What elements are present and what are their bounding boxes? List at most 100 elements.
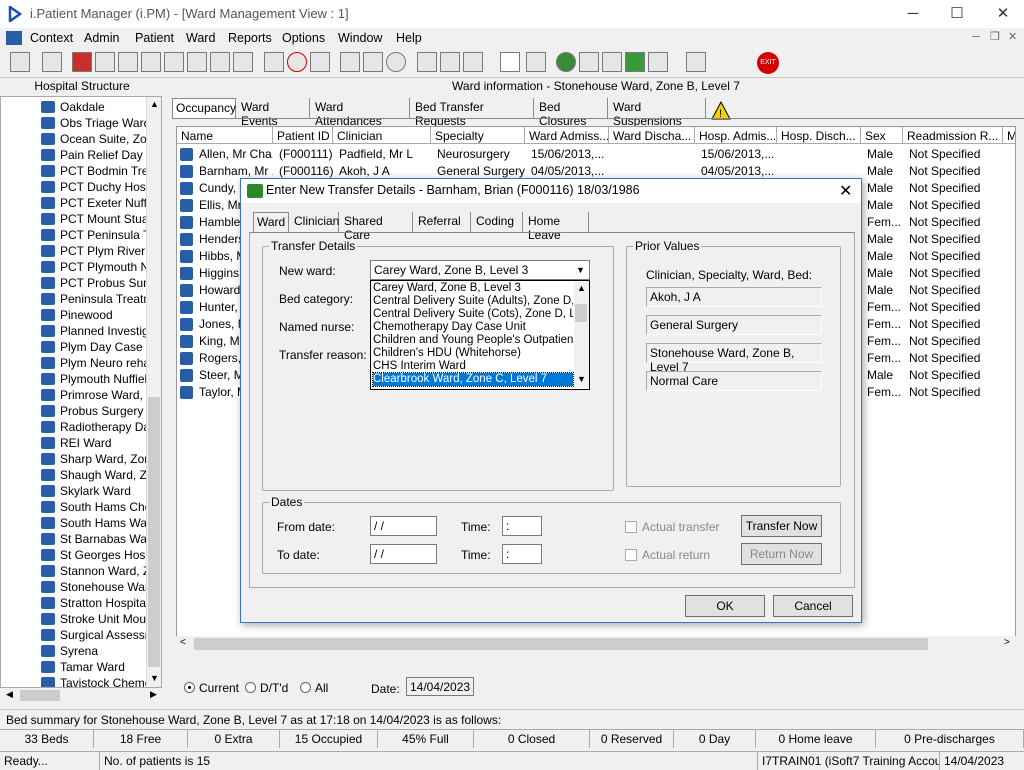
dropdown-option[interactable]: CHS Interim Ward	[373, 360, 573, 373]
actual-return-checkbox[interactable]: Actual return	[625, 548, 710, 562]
to-time-field[interactable]: :	[502, 544, 542, 564]
tree-item[interactable]: Shaugh Ward, Zo	[41, 467, 154, 483]
column-header[interactable]: Ward Discha...	[609, 127, 695, 144]
menu-ward[interactable]: Ward	[186, 31, 215, 45]
tree-item[interactable]: South Hams Cher	[41, 499, 155, 515]
tree-item[interactable]: PCT Plym River F	[41, 243, 156, 259]
tree-item[interactable]: Radiotherapy Day	[41, 419, 156, 435]
toolbar-list-icon[interactable]	[118, 52, 138, 72]
column-header[interactable]: Hosp. Disch...	[777, 127, 861, 144]
toolbar-check2-icon[interactable]	[602, 52, 622, 72]
toolbar-person-icon[interactable]	[164, 52, 184, 72]
tree-item[interactable]: Sharp Ward, Zon	[41, 451, 151, 467]
transfer-now-button[interactable]: Transfer Now	[741, 515, 822, 537]
mdi-minimize-icon[interactable]: ─	[972, 31, 980, 43]
column-header[interactable]: Ward Admiss...	[525, 127, 609, 144]
toolbar-swap-icon[interactable]	[686, 52, 706, 72]
column-header[interactable]: Specialty	[431, 127, 525, 144]
grid-horizontal-scrollbar[interactable]: < >	[176, 636, 1016, 652]
dropdown-scroll-down-icon[interactable]: ▼	[577, 374, 586, 384]
menu-reports[interactable]: Reports	[228, 31, 272, 45]
toolbar-exit-icon[interactable]: EXIT	[757, 52, 779, 74]
table-row[interactable]: Allen, Mr Cha... (F000111) Padfield, Mr L N…	[177, 146, 1015, 163]
grid-scroll-right-icon[interactable]: >	[1004, 637, 1010, 648]
radio-dtd[interactable]	[245, 682, 256, 693]
from-time-field[interactable]: :	[502, 516, 542, 536]
column-header[interactable]: Patient ID	[273, 127, 333, 144]
tree-item[interactable]: Skylark Ward	[41, 483, 131, 499]
mdi-restore-icon[interactable]: ❐	[990, 30, 1000, 43]
toolbar-arrow-icon[interactable]	[625, 52, 645, 72]
tree-item[interactable]: St Georges Hosp	[41, 547, 152, 563]
maximize-button[interactable]: ☐	[934, 0, 980, 28]
toolbar-transfer-icon[interactable]	[233, 52, 253, 72]
toolbar-clock-icon[interactable]	[287, 52, 307, 72]
mdi-child-icon[interactable]	[6, 31, 22, 45]
tab-occupancy[interactable]: Occupancy	[172, 98, 236, 118]
return-now-button[interactable]: Return Now	[741, 543, 822, 565]
actual-transfer-box[interactable]	[625, 521, 637, 533]
menu-options[interactable]: Options	[282, 31, 325, 45]
toolbar-user-icon[interactable]	[10, 52, 30, 72]
scroll-right-icon[interactable]: ▶	[150, 689, 157, 700]
tree-item[interactable]: Plym Day Case U	[41, 339, 155, 355]
tree-item[interactable]: Surgical Assessm	[41, 627, 155, 643]
toolbar-notes-icon[interactable]	[187, 52, 207, 72]
column-header[interactable]: Name	[177, 127, 273, 144]
tab-bed-transfer-requests[interactable]: Bed Transfer Requests	[412, 98, 534, 128]
tree-item[interactable]: Plym Neuro rehab	[41, 355, 157, 371]
tree-item[interactable]: Obs Triage Ward	[41, 115, 150, 131]
tree-item[interactable]: Ocean Suite, Zor	[41, 131, 151, 147]
dropdown-option[interactable]: Clearbrook Ward, Zone C, Level 7	[372, 372, 574, 387]
tree-item[interactable]: Stroke Unit Mour	[41, 611, 150, 627]
tree-item[interactable]: Plymouth Nuffield	[41, 371, 154, 387]
tree-item[interactable]: PCT Duchy Hosp	[41, 179, 152, 195]
toolbar-edit-icon[interactable]	[95, 52, 115, 72]
toolbar-chart-icon[interactable]	[340, 52, 360, 72]
grid-scroll-left-icon[interactable]: <	[180, 637, 186, 648]
tree-item[interactable]: Stannon Ward, Z	[41, 563, 150, 579]
filter-dtd[interactable]: D/T'd	[245, 681, 288, 695]
dialog-tab-referral[interactable]: Referral	[415, 212, 471, 232]
dropdown-option[interactable]: Central Delivery Suite (Adults), Zone D,…	[373, 295, 573, 308]
column-header[interactable]: M	[1003, 127, 1015, 144]
column-header[interactable]: Sex	[861, 127, 903, 144]
menu-admin[interactable]: Admin	[84, 31, 119, 45]
tree-item[interactable]: PCT Probus Surg	[41, 275, 154, 291]
tree-item[interactable]: Pinewood	[41, 307, 113, 323]
dropdown-option[interactable]: Children and Young People's Outpatient D	[373, 334, 573, 347]
tree-item[interactable]: Pain Relief Day C	[41, 147, 155, 163]
toolbar-ambulance-icon[interactable]	[440, 52, 460, 72]
toolbar-doc-icon[interactable]	[363, 52, 383, 72]
toolbar-monitor-icon[interactable]	[310, 52, 330, 72]
dropdown-scroll-thumb[interactable]	[575, 304, 587, 322]
dialog-tab-coding[interactable]: Coding	[473, 212, 523, 232]
toolbar-book-icon[interactable]	[72, 52, 92, 72]
tree-item[interactable]: Planned Investig	[41, 323, 149, 339]
tab-ward-attendances[interactable]: Ward Attendances	[312, 98, 410, 128]
tree-item[interactable]: Probus Surgery V	[41, 403, 155, 419]
tree-item[interactable]: Stonehouse Ward	[41, 579, 156, 595]
dropdown-scrollbar[interactable]: ▲ ▼	[574, 282, 589, 388]
tree-item[interactable]: PCT Plymouth Nu	[41, 259, 156, 275]
actual-transfer-checkbox[interactable]: Actual transfer	[625, 520, 719, 534]
tree-horizontal-scrollbar[interactable]: ◀ ▶	[0, 688, 162, 703]
column-header[interactable]: Readmission R...	[903, 127, 1003, 144]
toolbar-print-icon[interactable]	[42, 52, 62, 72]
dropdown-scroll-up-icon[interactable]: ▲	[577, 283, 586, 293]
toolbar-bar-chart-icon[interactable]	[526, 52, 546, 72]
new-ward-select[interactable]: Carey Ward, Zone B, Level 3	[370, 260, 590, 280]
dialog-tab-shared-care[interactable]: Shared Care	[341, 212, 413, 242]
toolbar-accept-icon[interactable]	[648, 52, 668, 72]
from-date-field[interactable]: / /	[370, 516, 437, 536]
tree-item[interactable]: PCT Mount Stuar	[41, 211, 152, 227]
toolbar-globe-icon[interactable]	[556, 52, 576, 72]
menu-help[interactable]: Help	[396, 31, 422, 45]
close-window-button[interactable]: ✕	[980, 0, 1024, 28]
hospital-structure-tree[interactable]: Oakdale Obs Triage Ward Ocean Suite, Zor Pa…	[0, 96, 162, 688]
radio-all[interactable]	[300, 682, 311, 693]
tree-item[interactable]: Peninsula Treatm	[41, 291, 153, 307]
menu-window[interactable]: Window	[338, 31, 382, 45]
filter-all[interactable]: All	[300, 681, 328, 695]
dialog-tab-ward[interactable]: Ward	[253, 212, 289, 232]
